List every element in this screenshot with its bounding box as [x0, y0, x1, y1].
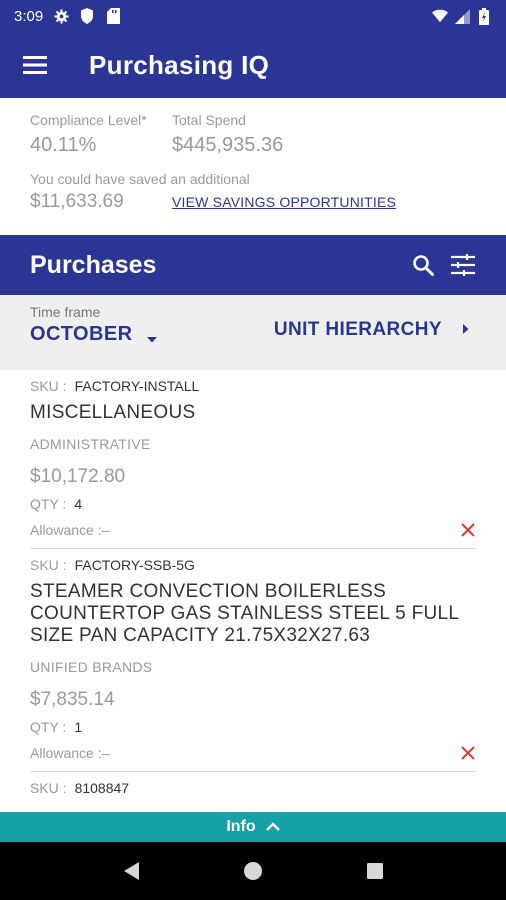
- view-savings-link[interactable]: VIEW SAVINGS OPPORTUNITIES: [172, 194, 396, 210]
- summary-panel: Compliance Level* 40.11% Total Spend $44…: [0, 98, 506, 235]
- total-spend-value: $445,935.36: [172, 134, 284, 156]
- sku-value: FACTORY-SSB-5G: [74, 557, 195, 573]
- qty-value: 1: [74, 719, 83, 735]
- savings-label: You could have saved an additional: [30, 171, 250, 187]
- gear-icon: [53, 8, 69, 24]
- purchases-header: Purchases: [0, 235, 506, 295]
- item-title: MISCELLANEOUS: [30, 402, 196, 423]
- close-icon[interactable]: [460, 522, 476, 538]
- menu-icon[interactable]: [0, 32, 70, 98]
- compliance-label: Compliance Level*: [30, 112, 147, 128]
- purchase-list: SKU : FACTORY-INSTALL MISCELLANEOUS ADMI…: [0, 370, 506, 812]
- sku-label: SKU :: [30, 378, 67, 394]
- signal-icon: [454, 8, 470, 24]
- system-nav-bar: [0, 842, 506, 900]
- home-icon[interactable]: [241, 859, 265, 883]
- timeframe-value: OCTOBER: [30, 323, 133, 345]
- search-icon[interactable]: [410, 252, 436, 278]
- recents-icon[interactable]: [363, 859, 387, 883]
- dropdown-arrow-icon: [146, 331, 158, 342]
- back-icon[interactable]: [119, 859, 143, 883]
- purchases-title: Purchases: [30, 250, 157, 279]
- close-icon[interactable]: [460, 745, 476, 761]
- sku-label: SKU :: [30, 557, 67, 573]
- info-toggle[interactable]: Info: [0, 812, 506, 842]
- total-spend-label: Total Spend: [172, 112, 246, 128]
- savings-value: $11,633.69: [30, 191, 124, 212]
- filter-bar: Time frame OCTOBER UNIT HIERARCHY: [0, 295, 506, 370]
- chevron-right-icon: [462, 319, 470, 341]
- wifi-icon: [432, 8, 448, 24]
- info-label: Info: [226, 818, 256, 835]
- total-spend-metric: Total Spend $445,935.36: [172, 112, 283, 157]
- app-title: Purchasing IQ: [89, 49, 270, 80]
- allowance-text: Allowance :–: [30, 522, 110, 538]
- qty-label: QTY :: [30, 496, 67, 512]
- item-brand: UNIFIED BRANDS: [30, 659, 153, 675]
- status-time: 3:09: [14, 7, 44, 25]
- sd-card-icon: [105, 8, 121, 24]
- allowance-text: Allowance :–: [30, 745, 110, 761]
- shield-icon: [79, 8, 95, 24]
- app-bar: Purchasing IQ: [0, 32, 506, 98]
- battery-icon: [476, 7, 492, 25]
- item-price: $7,835.14: [30, 689, 115, 710]
- compliance-value: 40.11%: [30, 134, 97, 156]
- status-bar: 3:09: [0, 0, 506, 32]
- list-item[interactable]: SKU : 8108847: [30, 772, 476, 796]
- list-item[interactable]: SKU : FACTORY-SSB-5G STEAMER CONVECTION …: [30, 549, 476, 772]
- unit-hierarchy-button[interactable]: UNIT HIERARCHY: [274, 319, 470, 341]
- item-price: $10,172.80: [30, 466, 126, 487]
- timeframe-label: Time frame: [30, 304, 101, 320]
- qty-label: QTY :: [30, 719, 67, 735]
- filter-sliders-icon[interactable]: [450, 252, 476, 278]
- chevron-up-icon: [265, 818, 280, 836]
- sku-value: 8108847: [74, 780, 130, 796]
- compliance-metric: Compliance Level* 40.11%: [30, 112, 172, 157]
- list-item[interactable]: SKU : FACTORY-INSTALL MISCELLANEOUS ADMI…: [30, 370, 476, 549]
- item-title: STEAMER CONVECTION BOILERLESS COUNTERTOP…: [30, 581, 459, 646]
- qty-value: 4: [74, 496, 83, 512]
- sku-label: SKU :: [30, 780, 67, 796]
- unit-hierarchy-label: UNIT HIERARCHY: [273, 319, 442, 340]
- sku-value: FACTORY-INSTALL: [74, 378, 200, 394]
- item-brand: ADMINISTRATIVE: [30, 436, 151, 452]
